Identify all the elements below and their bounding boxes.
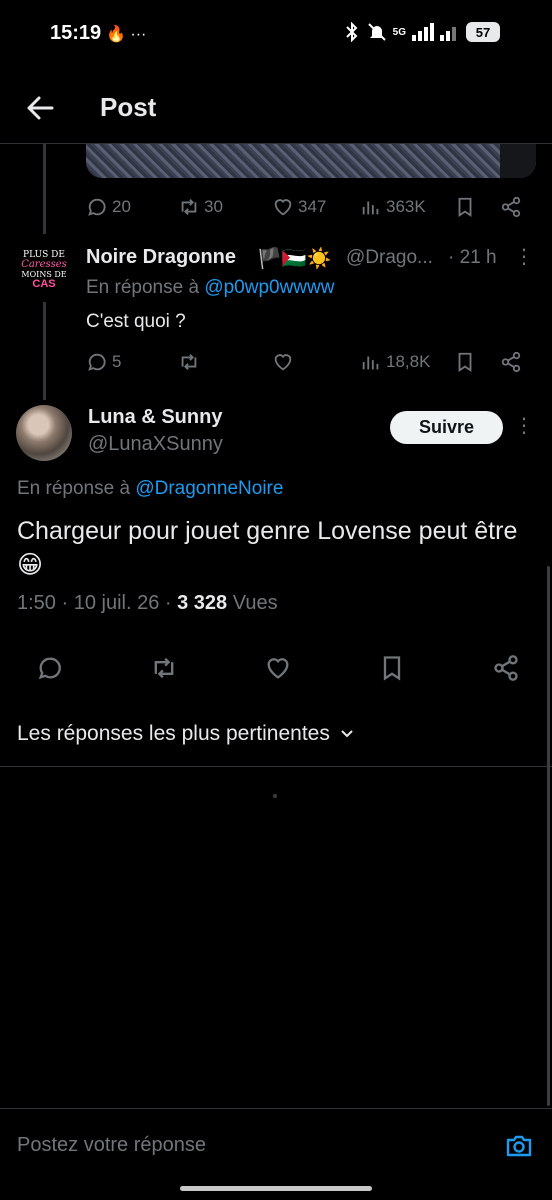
mute-bell-icon bbox=[367, 23, 386, 41]
camera-icon[interactable] bbox=[504, 1131, 534, 1161]
bookmark-button[interactable] bbox=[454, 196, 500, 218]
more-options-icon[interactable]: ⋮ bbox=[514, 416, 534, 443]
top-bar: Post bbox=[0, 70, 552, 144]
battery-icon: 57 bbox=[466, 22, 500, 42]
author-handle[interactable]: @LunaXSunny bbox=[88, 433, 223, 456]
bookmark-icon bbox=[458, 352, 472, 372]
reply-icon bbox=[88, 353, 106, 371]
share-button[interactable] bbox=[500, 351, 522, 373]
avatar-text-4: CAS bbox=[32, 278, 56, 290]
author-flags: 🏴🇵🇸☀️ bbox=[257, 248, 332, 270]
sort-label: Les réponses les plus pertinentes bbox=[17, 722, 330, 745]
avatar[interactable] bbox=[16, 405, 72, 461]
network-label: 5G bbox=[392, 26, 406, 38]
views-button[interactable]: 18,8K bbox=[360, 351, 454, 373]
follow-button[interactable]: Suivre bbox=[390, 411, 503, 444]
status-right-icons: 5G 57 bbox=[343, 22, 500, 42]
bookmark-button[interactable] bbox=[454, 351, 500, 373]
repost-button[interactable]: 30 bbox=[178, 196, 272, 218]
reply-count: 5 bbox=[112, 352, 122, 371]
avatar-text-2: Caresses bbox=[21, 259, 67, 270]
reply-count: 20 bbox=[112, 197, 131, 216]
signal-icon-2 bbox=[440, 27, 456, 41]
author-handle[interactable]: @Drago... bbox=[346, 247, 433, 269]
reply-composer: Postez votre réponse bbox=[0, 1108, 552, 1184]
share-icon[interactable] bbox=[492, 654, 520, 682]
tweet-meta: 1:50 · 10 juil. 26 · 3 328 Vues bbox=[17, 592, 278, 615]
more-options-icon[interactable]: ⋮ bbox=[514, 247, 534, 274]
views-count: 363K bbox=[386, 197, 426, 216]
heart-icon bbox=[274, 199, 292, 216]
tweet-timestamp: 1:50 · 10 juil. 26 · bbox=[17, 592, 172, 614]
reply-to-link[interactable]: @p0wp0wwww bbox=[204, 277, 334, 298]
bookmark-icon bbox=[458, 197, 472, 217]
heart-icon bbox=[274, 354, 292, 371]
tweet-text: Chargeur pour jouet genre Lovense peut ê… bbox=[17, 517, 518, 579]
repost-icon bbox=[181, 354, 197, 370]
views-count: 18,8K bbox=[386, 352, 431, 371]
parent-tweet-actions: 20 30 347 363K bbox=[86, 192, 526, 222]
reply-to-link[interactable]: @DragonneNoire bbox=[135, 478, 283, 499]
share-button[interactable] bbox=[500, 196, 522, 218]
repost-count: 30 bbox=[204, 197, 223, 216]
back-arrow-icon[interactable] bbox=[22, 90, 58, 126]
reply-icon[interactable] bbox=[36, 654, 64, 682]
divider bbox=[0, 766, 552, 767]
views-count[interactable]: 3 328 bbox=[177, 592, 227, 614]
thread-line bbox=[43, 302, 46, 400]
reply-button[interactable]: 5 bbox=[86, 351, 178, 373]
views-button[interactable]: 363K bbox=[360, 196, 454, 218]
reply-prefix: En réponse à bbox=[17, 478, 131, 499]
status-time: 15:19 bbox=[50, 22, 102, 44]
repost-button[interactable] bbox=[178, 351, 272, 373]
repost-icon bbox=[181, 199, 197, 215]
reply-prefix: En réponse à bbox=[86, 277, 200, 298]
bookmark-icon[interactable] bbox=[378, 654, 406, 682]
author-name[interactable]: Noire Dragonne bbox=[86, 246, 236, 269]
views-icon bbox=[362, 201, 379, 215]
avatar[interactable]: PLUS DE Caresses MOINS DE CAS bbox=[18, 244, 70, 296]
tweet-text: C'est quoi ? bbox=[86, 311, 186, 332]
heart-icon[interactable] bbox=[264, 654, 292, 682]
main-tweet-actions bbox=[36, 650, 520, 686]
share-icon bbox=[501, 351, 521, 373]
reply-icon bbox=[88, 198, 106, 216]
status-left-icons: 🔥 ··· bbox=[106, 26, 147, 43]
home-indicator[interactable] bbox=[180, 1186, 372, 1191]
page-title: Post bbox=[100, 92, 157, 122]
media-image[interactable] bbox=[86, 144, 536, 178]
scrollbar[interactable] bbox=[547, 566, 550, 1106]
thread-line bbox=[43, 144, 46, 234]
sort-replies-dropdown[interactable]: Les réponses les plus pertinentes bbox=[17, 722, 354, 746]
author-name[interactable]: Luna & Sunny bbox=[88, 406, 222, 429]
views-icon bbox=[362, 356, 379, 370]
views-label: Vues bbox=[232, 592, 278, 614]
reply-context: En réponse à @p0wp0wwww bbox=[86, 277, 334, 299]
repost-icon[interactable] bbox=[150, 654, 178, 682]
loading-indicator bbox=[273, 794, 277, 798]
bluetooth-icon bbox=[345, 22, 358, 42]
status-bar: 15:19 🔥 ··· 5G 57 bbox=[0, 0, 552, 70]
tweet-time: · 21 h bbox=[448, 247, 497, 268]
like-button[interactable]: 347 bbox=[272, 196, 360, 218]
reply-button[interactable]: 20 bbox=[86, 196, 178, 218]
like-count: 347 bbox=[298, 197, 327, 216]
reply-tweet-actions: 5 18,8K bbox=[86, 347, 526, 377]
like-button[interactable] bbox=[272, 351, 360, 373]
share-icon bbox=[501, 196, 521, 218]
reply-context: En réponse à @DragonneNoire bbox=[17, 478, 283, 500]
signal-icon bbox=[412, 23, 434, 41]
chevron-down-icon bbox=[341, 730, 353, 738]
reply-input[interactable]: Postez votre réponse bbox=[17, 1134, 206, 1157]
